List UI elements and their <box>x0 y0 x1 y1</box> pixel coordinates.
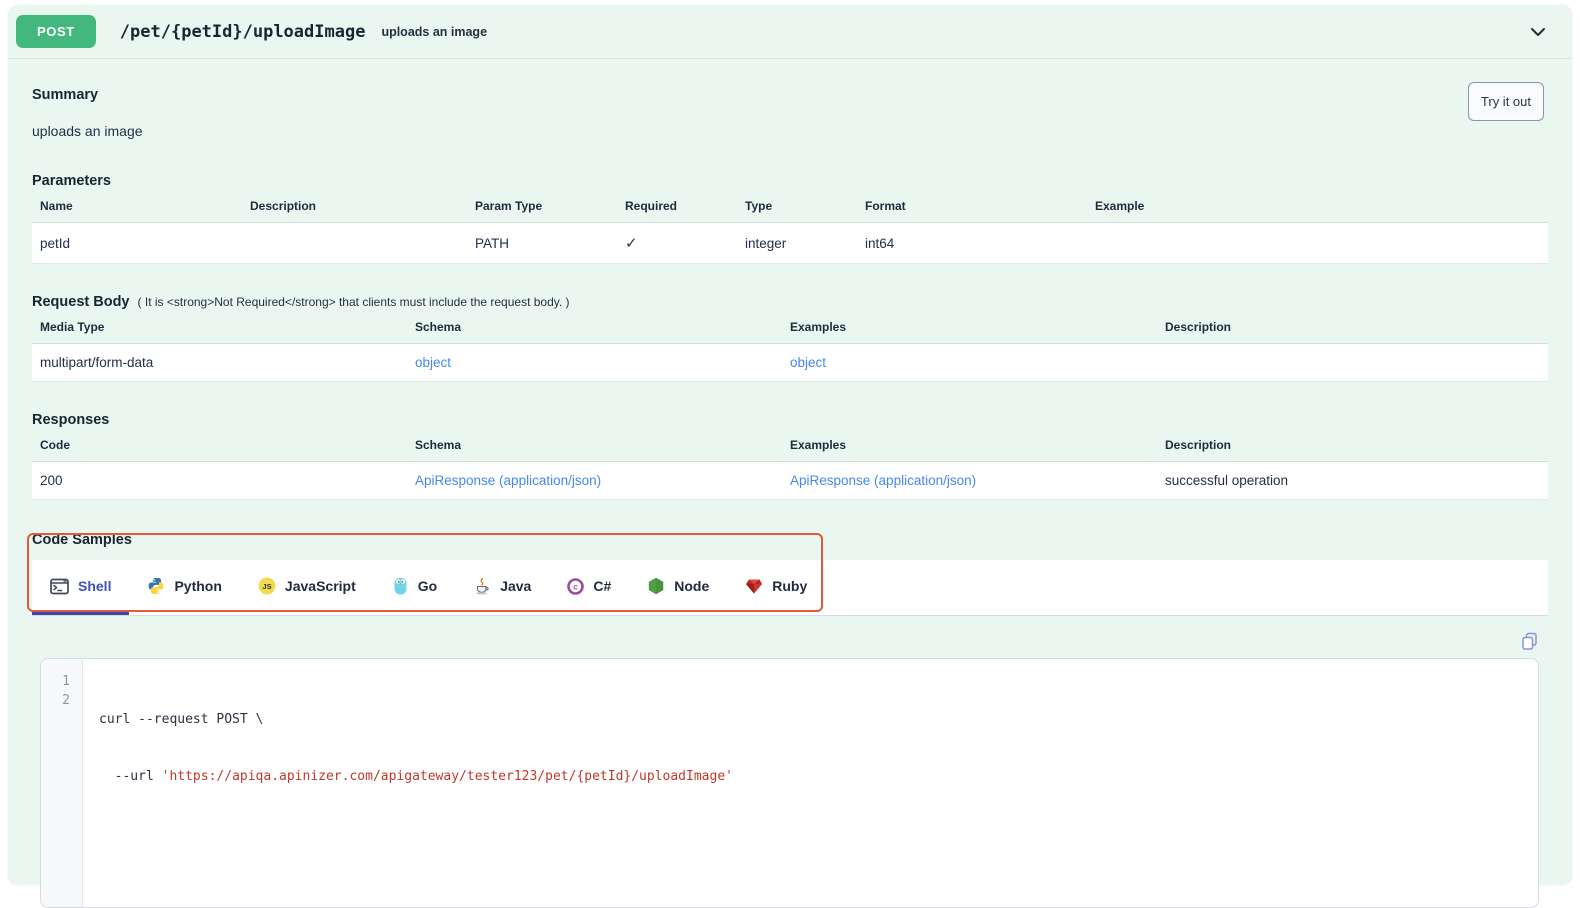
media-type-cell: multipart/form-data <box>40 355 415 370</box>
try-it-out-button[interactable]: Try it out <box>1468 82 1544 121</box>
col-type: Type <box>745 199 865 213</box>
param-data-type: integer <box>745 236 865 251</box>
request-body-header-row: Media Type Schema Examples Description <box>32 310 1548 344</box>
col-code: Code <box>40 438 415 452</box>
tab-label: Python <box>174 578 221 594</box>
tab-label: Node <box>674 578 709 594</box>
col-param-type: Param Type <box>475 199 625 213</box>
col-name: Name <box>40 199 250 213</box>
check-icon: ✓ <box>625 234 745 252</box>
col-schema: Schema <box>415 320 790 334</box>
line-number: 2 <box>41 691 70 710</box>
tab-label: C# <box>593 578 611 594</box>
summary-title: Summary <box>32 87 1548 103</box>
node-icon <box>647 577 665 595</box>
param-type-cell: PATH <box>475 236 625 251</box>
col-description: Description <box>1165 438 1540 452</box>
tab-csharp[interactable]: c C# <box>549 560 629 615</box>
method-badge: POST <box>16 15 96 48</box>
line-number-gutter: 1 2 <box>41 659 83 907</box>
col-required: Required <box>625 199 745 213</box>
svg-text:JS: JS <box>262 582 271 591</box>
response-code: 200 <box>40 473 415 488</box>
summary-text: uploads an image <box>32 123 1548 139</box>
request-body-row: multipart/form-data object object <box>32 344 1548 382</box>
param-name: petId <box>40 236 250 251</box>
endpoint-card: POST /pet/{petId}/uploadImage uploads an… <box>8 5 1572 885</box>
responses-title: Responses <box>32 412 1548 428</box>
response-row: 200 ApiResponse (application/json) ApiRe… <box>32 462 1548 500</box>
parameter-row: petId PATH ✓ integer int64 <box>32 223 1548 264</box>
code-content: curl --request POST \ --url 'https://api… <box>83 659 1538 907</box>
code-block: 1 2 curl --request POST \ --url 'https:/… <box>40 658 1539 908</box>
java-icon <box>473 577 491 595</box>
col-format: Format <box>865 199 1095 213</box>
tab-python[interactable]: Python <box>129 560 239 615</box>
col-example: Example <box>1095 199 1540 213</box>
code-line: --url 'https://apiqa.apinizer.com/apigat… <box>99 767 1522 786</box>
tab-ruby[interactable]: Ruby <box>727 560 825 615</box>
col-examples: Examples <box>790 438 1165 452</box>
code-samples-title: Code Samples <box>32 532 1548 548</box>
line-number: 1 <box>41 672 70 691</box>
col-description: Description <box>250 199 475 213</box>
language-tabs: Shell Python JS JavaScript Go <box>32 560 1548 616</box>
col-media-type: Media Type <box>40 320 415 334</box>
tab-label: Go <box>418 578 437 594</box>
tab-label: Java <box>500 578 531 594</box>
svg-text:c: c <box>574 582 579 591</box>
examples-link[interactable]: object <box>790 355 826 370</box>
tab-label: Ruby <box>772 578 807 594</box>
summary-section: Summary uploads an image Try it out <box>32 59 1548 139</box>
parameters-title: Parameters <box>32 173 1548 189</box>
tab-javascript[interactable]: JS JavaScript <box>240 560 374 615</box>
go-icon <box>392 577 409 595</box>
col-examples: Examples <box>790 320 1165 334</box>
tab-label: Shell <box>78 578 111 594</box>
tab-node[interactable]: Node <box>629 560 727 615</box>
col-description: Description <box>1165 320 1540 334</box>
python-icon <box>147 577 165 595</box>
ruby-icon <box>745 577 763 595</box>
chevron-down-icon[interactable] <box>1528 22 1548 42</box>
endpoint-summary: uploads an image <box>381 25 487 39</box>
response-examples-link[interactable]: ApiResponse (application/json) <box>790 473 976 488</box>
terminal-icon <box>50 578 69 595</box>
code-line: curl --request POST \ <box>99 710 1522 729</box>
response-description: successful operation <box>1165 473 1540 488</box>
tab-shell[interactable]: Shell <box>32 560 129 615</box>
javascript-icon: JS <box>258 577 276 595</box>
endpoint-path: /pet/{petId}/uploadImage <box>120 22 366 42</box>
endpoint-header[interactable]: POST /pet/{petId}/uploadImage uploads an… <box>8 5 1572 59</box>
request-body-note: ( It is <strong>Not Required</strong> th… <box>138 295 570 309</box>
request-body-title: Request Body ( It is <strong>Not Require… <box>32 294 1548 310</box>
schema-link[interactable]: object <box>415 355 451 370</box>
csharp-icon: c <box>567 578 584 595</box>
tab-java[interactable]: Java <box>455 560 549 615</box>
param-format: int64 <box>865 236 1095 251</box>
tab-label: JavaScript <box>285 578 356 594</box>
copy-icon[interactable] <box>1521 632 1538 650</box>
response-schema-link[interactable]: ApiResponse (application/json) <box>415 473 601 488</box>
parameters-header-row: Name Description Param Type Required Typ… <box>32 189 1548 223</box>
tab-go[interactable]: Go <box>374 560 455 615</box>
col-schema: Schema <box>415 438 790 452</box>
responses-header-row: Code Schema Examples Description <box>32 428 1548 462</box>
